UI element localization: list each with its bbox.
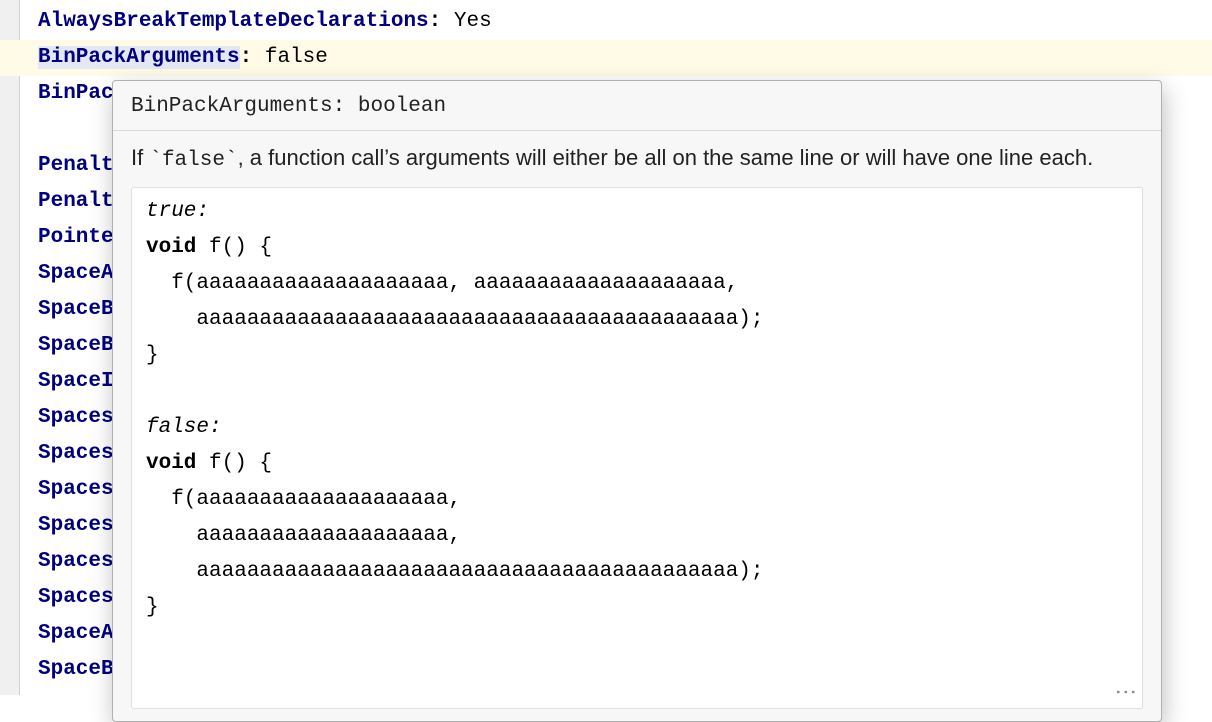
config-key: SpaceB — [38, 334, 114, 357]
config-key: Penalt — [38, 154, 114, 177]
config-key: SpaceB — [38, 298, 114, 321]
popup-description-prefix: If — [131, 145, 149, 170]
popup-signature-colon: : — [333, 95, 346, 118]
popup-code-example: true: void f() { f(aaaaaaaaaaaaaaaaaaaa,… — [131, 187, 1143, 709]
config-key: SpaceA — [38, 262, 114, 285]
popup-description-suffix: , a function call’s arguments will eithe… — [238, 145, 1094, 170]
editor-gutter — [0, 0, 20, 695]
config-value: Yes — [454, 10, 492, 33]
config-key: Spaces — [38, 406, 114, 429]
popup-signature-type: boolean — [358, 95, 446, 118]
config-key: Spaces — [38, 478, 114, 501]
config-key: Spaces — [38, 550, 114, 573]
code-line[interactable]: BinPackArguments: false — [20, 40, 1212, 76]
gutter-current-line-marker — [0, 40, 20, 76]
popup-description: If `false`, a function call’s arguments … — [131, 143, 1143, 175]
config-key: AlwaysBreakTemplateDeclarations — [38, 10, 429, 33]
config-key: Spaces — [38, 442, 114, 465]
config-key: Spaces — [38, 586, 114, 609]
config-key: BinPackArguments — [38, 46, 240, 69]
config-key: SpaceI — [38, 370, 114, 393]
popup-body: If `false`, a function call’s arguments … — [113, 131, 1161, 721]
documentation-popup: BinPackArguments: boolean If `false`, a … — [112, 80, 1162, 722]
config-value: false — [265, 46, 328, 69]
config-key: Penalt — [38, 190, 114, 213]
config-key: Pointe — [38, 226, 114, 249]
more-icon[interactable]: ⋮ — [1113, 681, 1135, 701]
config-key: BinPac — [38, 82, 114, 105]
popup-signature: BinPackArguments: boolean — [113, 81, 1161, 131]
colon: : — [429, 10, 442, 33]
colon: : — [240, 46, 253, 69]
popup-description-code: `false` — [149, 149, 237, 172]
code-line[interactable]: AlwaysBreakTemplateDeclarations: Yes — [38, 4, 1212, 40]
config-key: Spaces — [38, 514, 114, 537]
popup-signature-key: BinPackArguments — [131, 95, 333, 118]
